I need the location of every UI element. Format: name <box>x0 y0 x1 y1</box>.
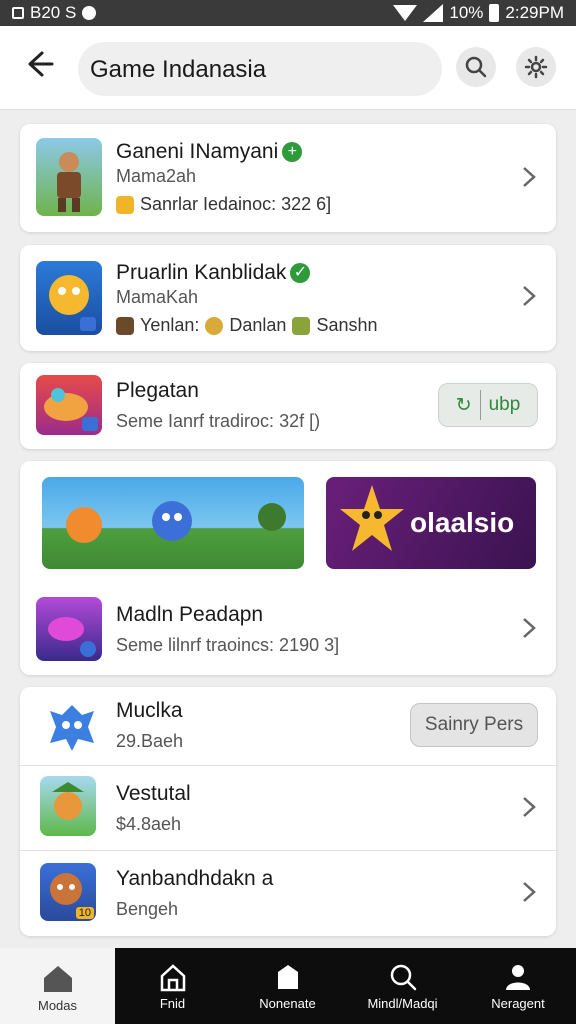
banner-text: olaalsio <box>410 507 515 538</box>
gear-icon <box>524 55 548 79</box>
button-divider <box>479 390 481 420</box>
bookmark-icon <box>277 965 298 989</box>
game-list-card: Muclka 29.Baeh Sainry Pers Vestutal $4.8… <box>20 687 556 936</box>
app-title: Ganeni INamyani <box>116 140 279 163</box>
battery-percent: 10% <box>449 3 484 22</box>
meta-item-1: Yenlan: <box>140 315 200 335</box>
game-thumbnail <box>36 138 102 216</box>
nav-label: Modas <box>37 998 78 1013</box>
search-text: Game Indanasia <box>90 56 267 83</box>
game-thumbnail <box>36 375 102 435</box>
settings-button[interactable] <box>516 47 556 87</box>
app-title: Muclka <box>116 699 183 722</box>
app-title: Plegatan <box>116 379 199 402</box>
verified-icon: ✓ <box>290 263 311 284</box>
list-item[interactable]: Muclka 29.Baeh Sainry Pers <box>20 687 556 765</box>
app-card-2[interactable]: Pruarlin Kanblidak ✓ MamaKah Yenlan: Danl… <box>20 245 556 351</box>
app-title: Pruarlin Kanblidak <box>116 261 287 284</box>
app-card-3[interactable]: Plegatan Seme Ianrf tradiroc: 32f [) ↻ u… <box>20 363 556 449</box>
featured-card[interactable]: olaalsio Madln Peadapn Seme lilnrf traoi… <box>20 461 556 675</box>
game-thumbnail <box>42 697 102 757</box>
notification-icon <box>12 7 24 19</box>
banner-image-2[interactable]: olaalsio <box>326 477 536 569</box>
app-subtitle: $4.8aeh <box>116 814 182 834</box>
game-thumbnail <box>36 597 102 661</box>
app-title: Yanbandhdakn a <box>116 867 274 890</box>
nav-item-search[interactable]: Mindl/Madqi <box>345 948 460 1024</box>
install-button[interactable]: Sainry Pers <box>410 703 538 747</box>
app-card-1[interactable]: Ganeni INamyani + Mama2ah Sanrlar Iedaino… <box>20 124 556 232</box>
nav-label: Neragent <box>491 996 545 1011</box>
list-item[interactable]: Vestutal $4.8aeh <box>20 766 556 850</box>
shield-icon <box>116 195 134 214</box>
app-subtitle: Seme lilnrf traoincs: 2190 3] <box>116 635 340 655</box>
banner-image-1[interactable] <box>42 477 304 569</box>
app-subtitle: Bengeh <box>116 899 179 919</box>
app-subtitle: Seme Ianrf tradiroc: 32f [) <box>116 411 321 431</box>
battery-icon <box>489 4 500 22</box>
chevron-right-icon <box>523 797 536 817</box>
wifi-icon <box>393 5 418 21</box>
chevron-right-icon <box>523 882 536 902</box>
game-thumbnail <box>40 776 96 836</box>
search-input[interactable]: Game Indanasia <box>78 42 442 96</box>
signal-icon <box>423 4 444 22</box>
app-subtitle: 29.Baeh <box>116 731 184 751</box>
verified-icon: + <box>282 142 303 163</box>
chevron-right-icon <box>523 167 536 187</box>
meta-item-2: Danlan <box>229 315 287 335</box>
app-title: Madln Peadapn <box>116 603 264 626</box>
status-time: 2:29PM <box>505 3 564 22</box>
app-title: Vestutal <box>116 782 191 805</box>
home-icon <box>43 966 72 992</box>
nav-item-nonenate[interactable]: Nonenate <box>230 948 345 1024</box>
status-bar: B20 S 10% 2:29PM <box>0 0 576 26</box>
game-thumbnail <box>36 261 102 335</box>
app-header: Game Indanasia <box>0 26 576 110</box>
refresh-icon: ↻ <box>455 394 472 416</box>
list-item[interactable]: 10 Yanbandhdakn a Bengeh <box>20 851 556 936</box>
update-button-label: ubp <box>488 394 521 415</box>
back-arrow-icon[interactable] <box>22 48 58 88</box>
app-notification-icon <box>82 6 97 20</box>
chevron-right-icon <box>523 286 536 306</box>
nav-item-neragent[interactable]: Neragent <box>460 948 576 1024</box>
app-meta: Sanrlar Iedainoc: 322 6] <box>140 194 332 214</box>
game-thumbnail: 10 <box>40 863 96 921</box>
nav-label: Fnid <box>159 996 186 1011</box>
nav-label: Mindl/Madqi <box>367 996 438 1011</box>
status-left-text: B20 S <box>30 3 77 22</box>
install-button-label: Sainry Pers <box>424 714 524 735</box>
person-icon <box>506 965 530 990</box>
store-icon <box>160 964 185 992</box>
coin-icon <box>205 316 224 335</box>
search-icon <box>465 56 487 78</box>
nav-item-fnid[interactable]: Fnid <box>115 948 230 1024</box>
cube-icon <box>292 316 311 335</box>
nav-item-modas[interactable]: Modas <box>0 948 115 1024</box>
app-subtitle: Mama2ah <box>116 166 197 186</box>
search-button[interactable] <box>456 47 496 87</box>
meta-item-3: Sanshn <box>316 315 378 335</box>
chevron-right-icon <box>523 618 536 638</box>
search-icon <box>390 964 416 991</box>
update-button[interactable]: ↻ ubp <box>438 383 538 427</box>
bottom-nav: Modas Fnid Nonenate Mindl/Madqi Neragent <box>0 948 576 1024</box>
level-badge: 10 <box>75 907 94 919</box>
nav-label: Nonenate <box>259 996 316 1011</box>
app-subtitle: MamaKah <box>116 287 199 307</box>
chest-icon <box>116 316 134 335</box>
